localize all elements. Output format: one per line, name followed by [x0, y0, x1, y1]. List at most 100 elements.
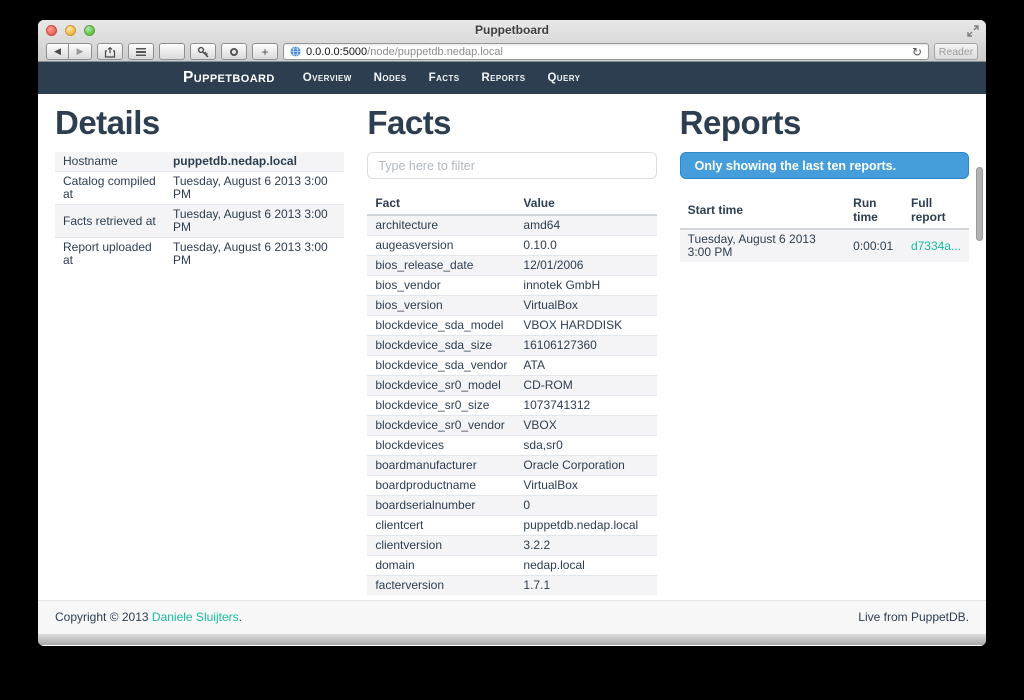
fact-row: blockdevice_sda_size16106127360 [367, 336, 656, 356]
details-row: Facts retrieved atTuesday, August 6 2013… [55, 205, 344, 238]
facts-col-fact: Fact [367, 192, 515, 215]
maximize-button[interactable] [84, 25, 95, 36]
fact-value: ATA [515, 356, 656, 376]
details-label: Report uploaded at [55, 238, 165, 271]
facts-filter-input[interactable] [367, 152, 656, 179]
title-bar[interactable]: Puppetboard [38, 20, 986, 41]
page-footer: Copyright © 2013 Daniele Sluijters. Live… [38, 600, 986, 633]
privacy-button[interactable] [221, 43, 247, 60]
details-title: Details [55, 106, 344, 140]
fact-name: blockdevice_sda_size [367, 336, 515, 356]
details-row: Report uploaded atTuesday, August 6 2013… [55, 238, 344, 271]
key-icon [197, 46, 210, 58]
fact-row: blockdevice_sda_modelVBOX HARDDISK [367, 316, 656, 336]
nav-item-nodes[interactable]: Nodes [363, 72, 418, 84]
fact-value: amd64 [515, 215, 656, 236]
reports-alert: Only showing the last ten reports. [680, 152, 969, 179]
fact-row: bios_release_date12/01/2006 [367, 256, 656, 276]
report-link[interactable]: d7334a... [911, 239, 961, 253]
reading-list-button[interactable] [128, 43, 154, 60]
details-table: Hostnamepuppetdb.nedap.localCatalog comp… [55, 152, 344, 270]
fact-name: architecture [367, 215, 515, 236]
fact-row: blockdevicessda,sr0 [367, 436, 656, 456]
fact-value: 3.2.2 [515, 536, 656, 556]
fact-row: bios_vendorinnotek GmbH [367, 276, 656, 296]
reader-button[interactable]: Reader [934, 43, 978, 60]
fact-name: domain [367, 556, 515, 576]
details-value: puppetdb.nedap.local [165, 152, 344, 172]
fact-value: puppetdb.nedap.local [515, 516, 656, 536]
reports-table: Start time Run time Full report Tuesday,… [680, 192, 969, 262]
fact-name: boardmanufacturer [367, 456, 515, 476]
fact-name: bios_version [367, 296, 515, 316]
fact-row: facterversion1.7.1 [367, 576, 656, 596]
fact-row: augeasversion0.10.0 [367, 236, 656, 256]
fact-row: blockdevice_sr0_modelCD-ROM [367, 376, 656, 396]
reports-section: Reports Only showing the last ten report… [680, 106, 969, 600]
keychain-button[interactable] [190, 43, 216, 60]
globe-icon [290, 46, 301, 57]
fact-value: Oracle Corporation [515, 456, 656, 476]
nav-item-facts[interactable]: Facts [418, 72, 471, 84]
details-value: Tuesday, August 6 2013 3:00 PM [165, 238, 344, 271]
fact-value: VBOX HARDDISK [515, 316, 656, 336]
copyright-text: Copyright © 2013 Daniele Sluijters. [55, 610, 242, 624]
facts-table: Fact Value architectureamd64augeasversio… [367, 192, 656, 595]
circle-icon [230, 48, 238, 56]
fullscreen-icon[interactable] [967, 24, 979, 36]
fact-name: bios_release_date [367, 256, 515, 276]
minimize-button[interactable] [65, 25, 76, 36]
fact-row: clientversion3.2.2 [367, 536, 656, 556]
fact-row: boardproductnameVirtualBox [367, 476, 656, 496]
fact-value: nedap.local [515, 556, 656, 576]
nav-item-overview[interactable]: Overview [292, 72, 363, 84]
new-tab-button[interactable]: + [252, 43, 278, 60]
close-button[interactable] [46, 25, 57, 36]
reading-list-icon [136, 48, 146, 56]
fact-row: boardmanufacturerOracle Corporation [367, 456, 656, 476]
page-scrollbar[interactable] [976, 167, 983, 241]
fact-row: blockdevice_sr0_size1073741312 [367, 396, 656, 416]
fact-row: blockdevice_sda_vendorATA [367, 356, 656, 376]
details-label: Catalog compiled at [55, 172, 165, 205]
fact-name: blockdevice_sda_vendor [367, 356, 515, 376]
details-label: Hostname [55, 152, 165, 172]
fact-name: bios_vendor [367, 276, 515, 296]
facts-title: Facts [367, 106, 656, 140]
browser-chrome: Puppetboard ◀ ▶ + [38, 20, 986, 62]
details-value: Tuesday, August 6 2013 3:00 PM [165, 172, 344, 205]
page-content: Details Hostnamepuppetdb.nedap.localCata… [38, 94, 986, 600]
fact-row: domainnedap.local [367, 556, 656, 576]
navbar-menu: OverviewNodesFactsReportsQuery [292, 72, 592, 84]
fact-value: 1073741312 [515, 396, 656, 416]
fact-name: facterversion [367, 576, 515, 596]
window-title: Puppetboard [38, 20, 986, 41]
fact-row: boardserialnumber0 [367, 496, 656, 516]
fact-name: boardserialnumber [367, 496, 515, 516]
details-section: Details Hostnamepuppetdb.nedap.localCata… [55, 106, 344, 600]
fact-value: innotek GmbH [515, 276, 656, 296]
live-from-text: Live from PuppetDB. [858, 610, 969, 624]
details-row: Catalog compiled atTuesday, August 6 201… [55, 172, 344, 205]
fact-value: 1.7.1 [515, 576, 656, 596]
back-button[interactable]: ◀ [46, 43, 69, 60]
blank-toolbar-button[interactable] [159, 43, 185, 60]
report-row: Tuesday, August 6 2013 3:00 PM0:00:01d73… [680, 229, 969, 262]
address-bar[interactable]: 0.0.0.0:5000/node/puppetdb.nedap.local ↻ [283, 43, 929, 60]
forward-button[interactable]: ▶ [69, 43, 92, 60]
app-navbar: Puppetboard OverviewNodesFactsReportsQue… [38, 62, 986, 94]
reports-col-run-time: Run time [845, 192, 903, 229]
details-value: Tuesday, August 6 2013 3:00 PM [165, 205, 344, 238]
fact-name: augeasversion [367, 236, 515, 256]
url-text: 0.0.0.0:5000/node/puppetdb.nedap.local [306, 46, 907, 58]
share-button[interactable] [97, 43, 123, 60]
nav-item-reports[interactable]: Reports [470, 72, 536, 84]
refresh-icon[interactable]: ↻ [912, 46, 922, 58]
fact-name: blockdevice_sr0_size [367, 396, 515, 416]
author-link[interactable]: Daniele Sluijters [152, 610, 239, 624]
fact-row: bios_versionVirtualBox [367, 296, 656, 316]
navbar-brand[interactable]: Puppetboard [183, 69, 275, 87]
nav-item-query[interactable]: Query [536, 72, 591, 84]
fact-row: blockdevice_sr0_vendorVBOX [367, 416, 656, 436]
report-start-time: Tuesday, August 6 2013 3:00 PM [680, 229, 846, 262]
